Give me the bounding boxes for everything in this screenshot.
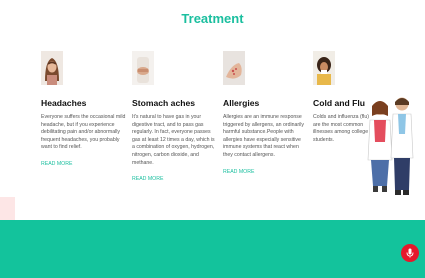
- treatment-page: Treatment Headaches Everyone suffers the…: [0, 0, 425, 278]
- footer-band: [0, 220, 425, 278]
- card-title: Stomach aches: [132, 98, 196, 108]
- card-title: Allergies: [223, 98, 260, 108]
- allergy-hand-photo: [223, 51, 245, 85]
- card-stomach-aches: Stomach aches It's natural to have gas i…: [132, 51, 216, 182]
- microphone-icon: [406, 248, 414, 258]
- card-headaches: Headaches Everyone suffers the occasiona…: [41, 51, 127, 167]
- read-more-link[interactable]: READ MORE: [41, 161, 127, 167]
- cold-flu-woman-photo: [313, 51, 335, 85]
- card-title: Headaches: [41, 98, 87, 108]
- read-more-link[interactable]: READ MORE: [223, 169, 309, 175]
- card-text: Everyone suffers the occasional mild hea…: [41, 114, 126, 151]
- card-allergies: Allergies Allergies are an immune respon…: [223, 51, 309, 175]
- voice-assistant-button[interactable]: [401, 244, 419, 262]
- stomach-ache-photo: [132, 51, 154, 85]
- read-more-link[interactable]: READ MORE: [132, 176, 216, 182]
- headache-woman-photo: [41, 51, 63, 85]
- card-text: Allergies are an immune response trigger…: [223, 114, 305, 158]
- section-title: Treatment: [181, 11, 244, 26]
- doctors-illustration: [367, 97, 414, 195]
- card-text: It's natural to have gas in your digesti…: [132, 114, 215, 166]
